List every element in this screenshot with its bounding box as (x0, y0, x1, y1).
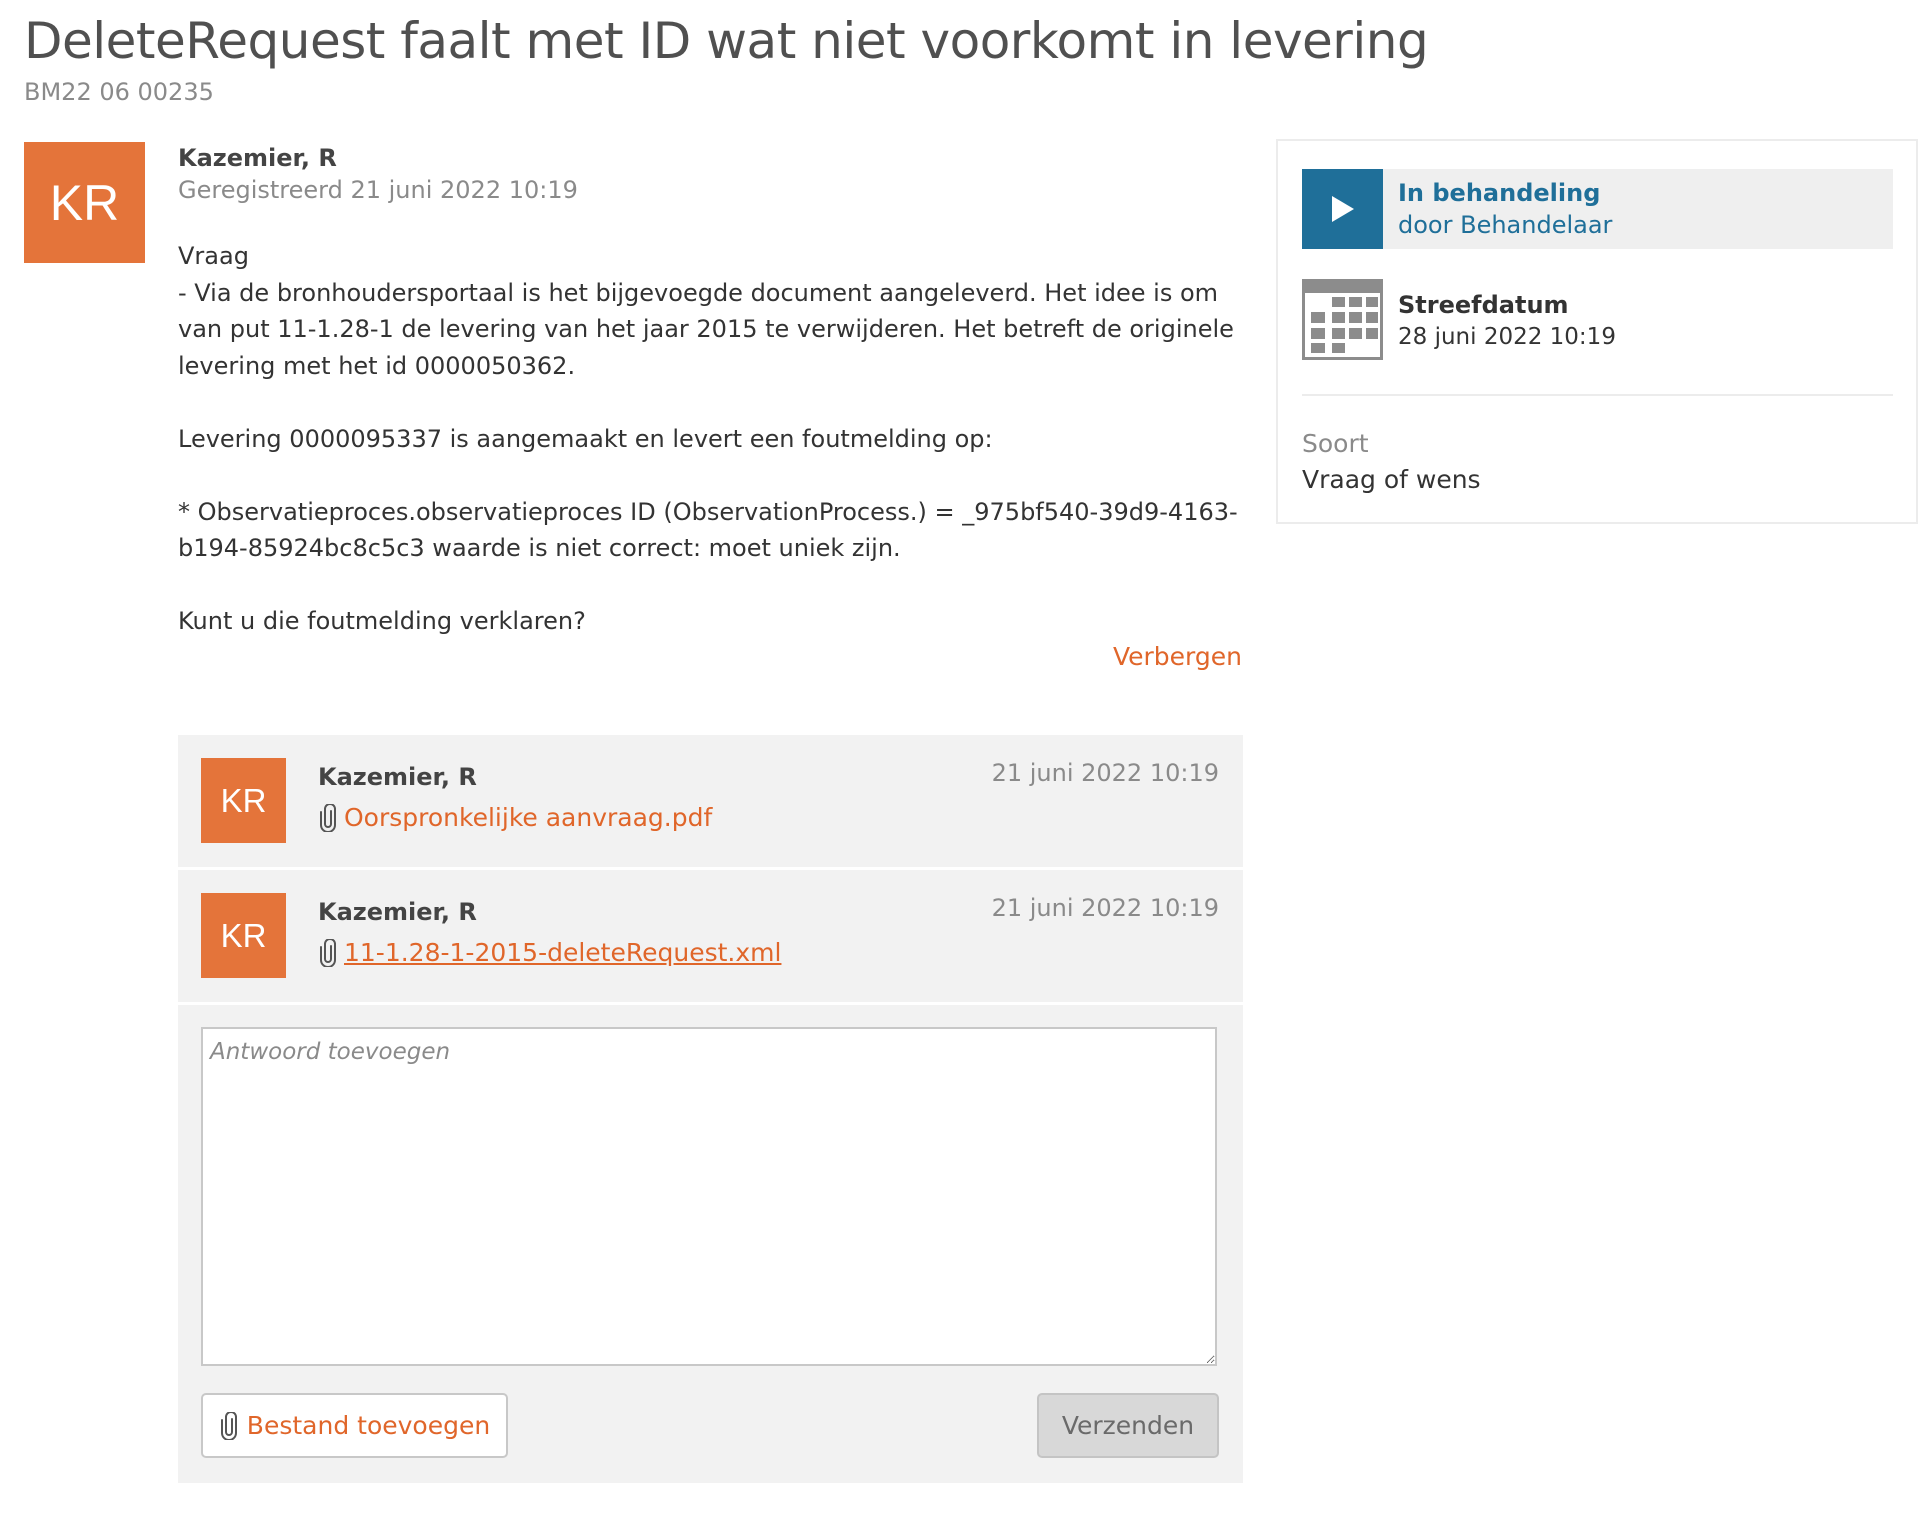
status-assignee: door Behandelaar (1398, 211, 1613, 239)
reply-date: 21 juni 2022 10:19 (991, 894, 1219, 922)
paperclip-icon (320, 938, 336, 967)
attachment-filename[interactable]: Oorspronkelijke aanvraag.pdf (344, 803, 712, 832)
status-panel: In behandeling door Behandelaar (1302, 169, 1893, 249)
add-file-button[interactable]: Bestand toevoegen (201, 1393, 508, 1458)
avatar: KR (24, 142, 145, 263)
add-file-label: Bestand toevoegen (246, 1411, 491, 1440)
attachment-link[interactable]: Oorspronkelijke aanvraag.pdf (318, 803, 712, 832)
attachment-link[interactable]: 11-1.28-1-2015-deleteRequest.xml (318, 938, 781, 967)
avatar: KR (201, 758, 286, 843)
attachment-filename[interactable]: 11-1.28-1-2015-deleteRequest.xml (344, 938, 781, 967)
type-value: Vraag of wens (1302, 465, 1481, 494)
reply-textarea[interactable] (201, 1027, 1217, 1366)
hide-link[interactable]: Verbergen (1113, 642, 1242, 671)
paperclip-icon (220, 1411, 237, 1440)
status-label: In behandeling (1398, 179, 1601, 207)
question-author: Kazemier, R (178, 144, 337, 172)
deadline-label: Streefdatum (1398, 291, 1569, 319)
paperclip-icon (320, 803, 336, 832)
reply-date: 21 juni 2022 10:19 (991, 759, 1219, 787)
avatar: KR (201, 893, 286, 978)
reply-item: KR Kazemier, R 21 juni 2022 10:19 Oorspr… (178, 735, 1243, 870)
question-registered-date: Geregistreerd 21 juni 2022 10:19 (178, 176, 578, 204)
divider (1302, 394, 1893, 396)
deadline-value: 28 juni 2022 10:19 (1398, 324, 1616, 350)
reply-author: Kazemier, R (318, 763, 477, 791)
send-button[interactable]: Verzenden (1037, 1393, 1219, 1458)
ticket-reference: BM22 06 00235 (24, 78, 214, 106)
ticket-sidebar: In behandeling door Behandelaar Streefda… (1276, 139, 1918, 524)
calendar-icon (1302, 279, 1383, 360)
page-title: DeleteRequest faalt met ID wat niet voor… (24, 12, 1429, 70)
reply-thread: KR Kazemier, R 21 juni 2022 10:19 Oorspr… (178, 735, 1243, 1483)
type-label: Soort (1302, 429, 1369, 458)
reply-item: KR Kazemier, R 21 juni 2022 10:19 11-1.2… (178, 870, 1243, 1005)
question-body: Vraag - Via de bronhoudersportaal is het… (178, 242, 1238, 635)
reply-author: Kazemier, R (318, 898, 477, 926)
play-icon (1302, 169, 1383, 249)
